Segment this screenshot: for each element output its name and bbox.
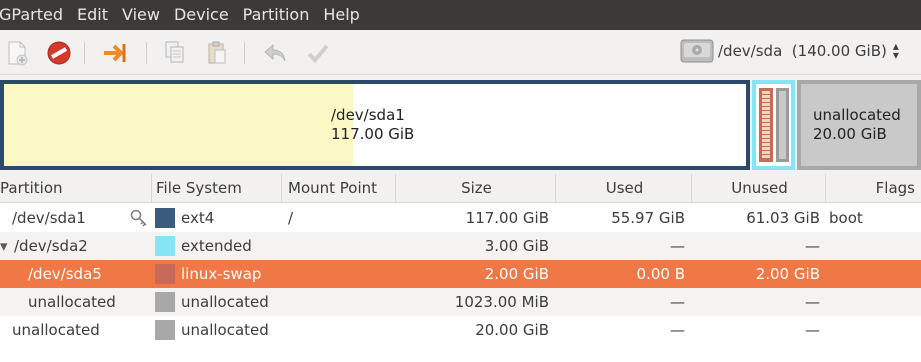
used: —	[670, 293, 685, 311]
menu-gparted[interactable]: GParted	[0, 0, 71, 30]
column-header-partition[interactable]: Partition	[0, 174, 152, 203]
menu-view[interactable]: View	[116, 0, 168, 30]
menu-edit[interactable]: Edit	[71, 0, 116, 30]
mount-point: /	[288, 209, 294, 227]
delete-icon	[47, 41, 71, 65]
resize-move-icon	[104, 44, 126, 62]
unused: 61.03 GiB	[746, 209, 820, 227]
expander-icon[interactable]: ▾	[0, 232, 8, 260]
menu-device[interactable]: Device	[168, 0, 237, 30]
table-header: Partition File System Mount Point Size U…	[0, 174, 921, 203]
used: —	[670, 321, 685, 339]
partition-block-unallocated-small[interactable]	[776, 88, 789, 162]
paste-icon	[208, 41, 226, 64]
unused: 2.00 GiB	[755, 265, 820, 283]
fs-color-swatch	[155, 292, 175, 312]
copy-icon	[165, 41, 184, 63]
partition-name: /dev/sda2	[14, 237, 88, 255]
partition-name: /dev/sda5	[28, 265, 102, 283]
partition-name: unallocated	[28, 293, 116, 311]
menu-bar: GParted Edit View Device Partition Help	[0, 0, 921, 30]
undo-button[interactable]	[260, 38, 290, 68]
device-selector[interactable]: /dev/sda (140.00 GiB) ▴ ▾	[680, 34, 921, 68]
column-header-file-system[interactable]: File System	[152, 174, 282, 203]
menu-partition[interactable]: Partition	[237, 0, 318, 30]
undo-icon	[264, 43, 286, 62]
table-row[interactable]: /dev/sda1 ext4 / 117.00 GiB 55.97 GiB 61…	[0, 204, 921, 232]
table-row-selected[interactable]: /dev/sda5 linux-swap 2.00 GiB 0.00 B 2.0…	[0, 260, 921, 288]
fs-color-swatch	[155, 264, 175, 284]
partition-block-sda1[interactable]: /dev/sda1 117.00 GiB	[0, 80, 750, 170]
used: —	[670, 237, 685, 255]
copy-button[interactable]	[160, 38, 190, 68]
partition-name: /dev/sda1	[12, 209, 86, 227]
apply-button[interactable]	[303, 38, 333, 68]
table-row[interactable]: ▾ /dev/sda2 extended 3.00 GiB — —	[0, 232, 921, 260]
new-icon	[8, 41, 28, 66]
paste-button[interactable]	[202, 38, 232, 68]
toolbar-separator	[244, 42, 245, 64]
partition-block-label: unallocated 20.00 GiB	[813, 106, 901, 144]
partition-block-name: /dev/sda1	[331, 106, 405, 124]
partition-table: Partition File System Mount Point Size U…	[0, 174, 921, 362]
partition-block-unallocated[interactable]: unallocated 20.00 GiB	[797, 80, 921, 170]
unused: —	[805, 321, 820, 339]
column-header-unused[interactable]: Unused	[692, 174, 826, 203]
size: 20.00 GiB	[475, 321, 549, 339]
checkmark-icon	[307, 44, 329, 63]
partition-block-name: unallocated	[813, 106, 901, 124]
flags: boot	[829, 209, 863, 227]
size: 2.00 GiB	[484, 265, 549, 283]
filesystem: unallocated	[181, 293, 269, 311]
used-space-fill	[4, 84, 353, 166]
filesystem: extended	[181, 237, 252, 255]
device-label: /dev/sda (140.00 GiB)	[718, 42, 887, 60]
used: 0.00 B	[636, 265, 685, 283]
partition-block-sda5[interactable]	[759, 88, 773, 162]
menu-help[interactable]: Help	[317, 0, 367, 30]
partition-name: unallocated	[12, 321, 100, 339]
column-header-used[interactable]: Used	[556, 174, 692, 203]
filesystem: unallocated	[181, 321, 269, 339]
size: 3.00 GiB	[484, 237, 549, 255]
column-header-flags[interactable]: Flags	[826, 174, 921, 203]
fs-color-swatch	[155, 236, 175, 256]
fs-color-swatch	[155, 208, 175, 228]
partition-block-size: 117.00 GiB	[331, 125, 415, 143]
used: 55.97 GiB	[611, 209, 685, 227]
column-header-mount-point[interactable]: Mount Point	[282, 174, 396, 203]
resize-move-button[interactable]	[100, 38, 130, 68]
partition-map: /dev/sda1 117.00 GiB unallocated 20.00 G…	[0, 80, 921, 170]
spin-arrows-icon: ▴ ▾	[892, 39, 899, 62]
unused: —	[805, 293, 820, 311]
column-header-size[interactable]: Size	[396, 174, 556, 203]
fs-color-swatch	[155, 320, 175, 340]
unused: —	[805, 237, 820, 255]
size: 117.00 GiB	[465, 209, 549, 227]
table-row[interactable]: unallocated unallocated 1023.00 MiB — —	[0, 288, 921, 316]
delete-partition-button[interactable]	[44, 38, 74, 68]
key-icon	[130, 209, 147, 227]
toolbar-separator	[84, 42, 85, 64]
toolbar-separator	[146, 42, 147, 64]
new-partition-button[interactable]	[2, 38, 32, 68]
hard-disk-icon	[680, 39, 714, 63]
partition-block-sda2[interactable]	[752, 80, 795, 170]
partition-block-size: 20.00 GiB	[813, 125, 887, 143]
size: 1023.00 MiB	[454, 293, 549, 311]
table-row[interactable]: unallocated unallocated 20.00 GiB — —	[0, 316, 921, 344]
filesystem: linux-swap	[181, 265, 262, 283]
partition-block-label: /dev/sda1 117.00 GiB	[331, 106, 414, 144]
filesystem: ext4	[181, 209, 215, 227]
